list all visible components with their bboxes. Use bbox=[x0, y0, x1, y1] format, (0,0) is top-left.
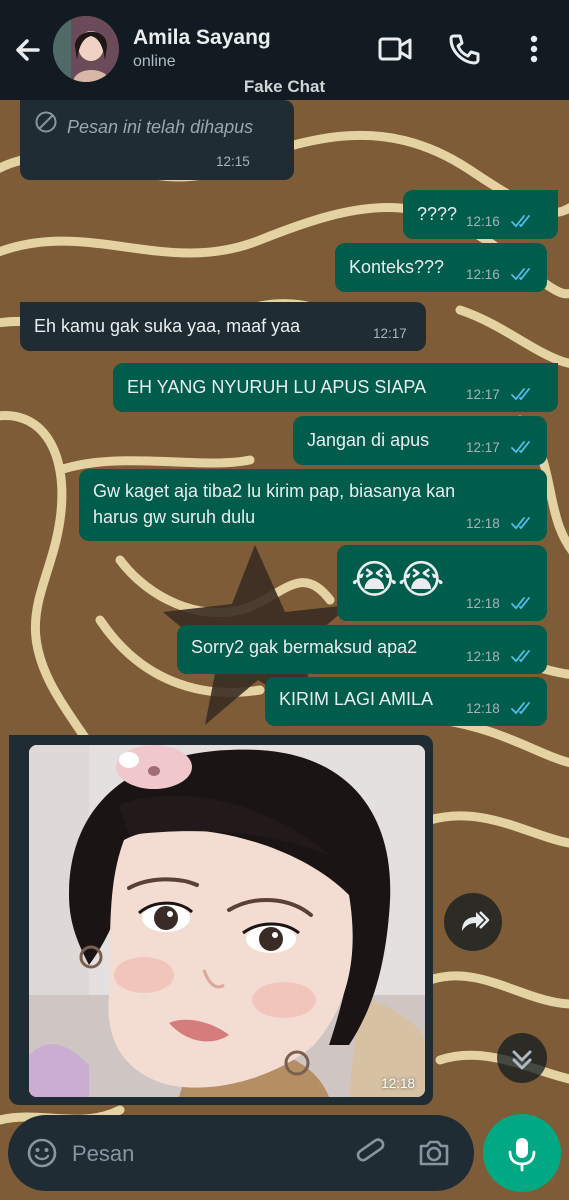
message-text: Eh kamu gak suka yaa, maaf yaa bbox=[34, 316, 301, 336]
camera-icon bbox=[419, 1140, 449, 1166]
scroll-down-button[interactable] bbox=[497, 1033, 547, 1083]
emoji-icon bbox=[27, 1138, 57, 1168]
message-text-line: Gw kaget aja tiba2 lu kirim pap, biasany… bbox=[93, 481, 456, 501]
message-time: 12:18 bbox=[466, 649, 500, 664]
message-bubble-outgoing[interactable]: Konteks??? 12:16 bbox=[335, 243, 547, 292]
message-time: 12:18 bbox=[466, 516, 500, 531]
message-time: 12:16 bbox=[466, 214, 500, 229]
video-call-icon bbox=[378, 37, 412, 61]
back-arrow-icon bbox=[16, 39, 40, 61]
message-bubble-outgoing[interactable]: 😭😭 12:18 bbox=[337, 545, 547, 621]
message-time: 12:17 bbox=[466, 440, 500, 455]
message-text: KIRIM LAGI AMILA bbox=[279, 689, 434, 709]
message-text: Konteks??? bbox=[349, 257, 445, 277]
back-button[interactable] bbox=[8, 30, 48, 70]
message-text: Pesan ini telah dihapus bbox=[67, 117, 254, 137]
voice-call-button[interactable] bbox=[445, 30, 483, 68]
more-vert-icon bbox=[530, 35, 538, 63]
selfie-photo bbox=[29, 745, 425, 1097]
message-composer bbox=[8, 1115, 474, 1191]
avatar[interactable] bbox=[53, 16, 119, 82]
double-tick-icon bbox=[511, 268, 530, 281]
double-tick-icon bbox=[511, 517, 530, 530]
message-bubble-outgoing[interactable]: Gw kaget aja tiba2 lu kirim pap, biasany… bbox=[79, 469, 547, 541]
watermark-label: Fake Chat bbox=[243, 77, 326, 96]
emoji-button[interactable] bbox=[26, 1137, 58, 1169]
message-text: EH YANG NYURUH LU APUS SIAPA bbox=[127, 377, 427, 397]
double-tick-icon bbox=[511, 597, 530, 610]
more-options-button[interactable] bbox=[518, 30, 550, 68]
camera-button[interactable] bbox=[416, 1135, 452, 1171]
message-time: 12:17 bbox=[373, 326, 407, 341]
forward-icon bbox=[462, 911, 490, 931]
avatar-photo bbox=[53, 16, 119, 82]
message-bubble-outgoing[interactable]: EH YANG NYURUH LU APUS SIAPA 12:17 bbox=[113, 363, 558, 412]
message-text: Jangan di apus bbox=[307, 430, 430, 450]
message-time: 12:15 bbox=[216, 154, 250, 169]
contact-name[interactable]: Amila Sayang bbox=[133, 26, 271, 50]
voice-message-button[interactable] bbox=[483, 1114, 561, 1192]
message-time: 12:16 bbox=[466, 267, 500, 282]
attach-icon bbox=[356, 1138, 385, 1162]
message-emoji: 😭😭 bbox=[351, 558, 445, 602]
message-text: ???? bbox=[417, 204, 458, 224]
message-bubble-incoming[interactable]: Eh kamu gak suka yaa, maaf yaa 12:17 bbox=[20, 302, 426, 351]
scroll-down-icon bbox=[512, 1050, 532, 1070]
forward-button[interactable] bbox=[444, 893, 502, 951]
message-bubble-outgoing[interactable]: ???? 12:16 bbox=[403, 190, 558, 239]
double-tick-icon bbox=[511, 441, 530, 454]
message-bubble-outgoing[interactable]: KIRIM LAGI AMILA 12:18 bbox=[265, 677, 547, 726]
mic-icon bbox=[508, 1138, 536, 1172]
contact-status: online bbox=[133, 53, 176, 70]
double-tick-icon bbox=[511, 215, 530, 228]
message-time: 12:17 bbox=[466, 387, 500, 402]
double-tick-icon bbox=[511, 650, 530, 663]
video-call-button[interactable] bbox=[376, 30, 414, 68]
message-time: 12:18 bbox=[466, 701, 500, 716]
attach-button[interactable] bbox=[353, 1135, 389, 1171]
message-input[interactable] bbox=[70, 1135, 344, 1173]
message-time: 12:18 bbox=[466, 596, 500, 611]
phone-icon bbox=[449, 34, 480, 65]
double-tick-icon bbox=[511, 702, 530, 715]
message-text-line: harus gw suruh dulu bbox=[93, 507, 256, 527]
message-bubble-incoming[interactable]: Pesan ini telah dihapus 12:15 bbox=[20, 100, 294, 180]
deleted-icon bbox=[35, 111, 57, 133]
message-bubble-outgoing[interactable]: Jangan di apus 12:17 bbox=[293, 416, 547, 465]
photo-attachment[interactable]: 12:18 bbox=[29, 745, 425, 1097]
message-text: Sorry2 gak bermaksud apa2 bbox=[191, 637, 418, 657]
message-time: 12:18 bbox=[381, 1076, 415, 1091]
double-tick-icon bbox=[511, 388, 530, 401]
message-bubble-outgoing[interactable]: Sorry2 gak bermaksud apa2 12:18 bbox=[177, 625, 547, 674]
